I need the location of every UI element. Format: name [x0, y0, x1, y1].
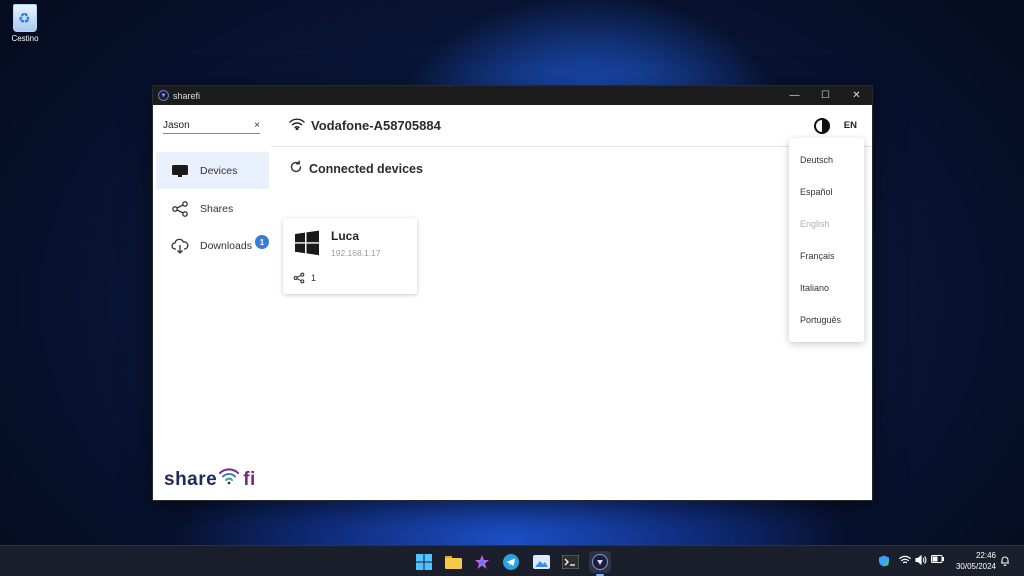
clock-date: 30/05/2024 — [955, 562, 996, 571]
clock-time: 22:46 — [975, 551, 996, 560]
search-input[interactable]: Jason — [163, 120, 254, 131]
sharefi-logo: share fi — [164, 465, 256, 491]
terminal-icon[interactable] — [559, 551, 581, 573]
windows-icon — [294, 230, 320, 261]
section-title: Connected devices — [289, 160, 423, 177]
sidebar-item-label: Devices — [200, 164, 238, 177]
clear-search-button[interactable]: × — [254, 120, 260, 131]
downloads-count-badge: 1 — [255, 235, 269, 249]
volume-icon[interactable] — [915, 555, 927, 565]
logo-wifi-icon — [218, 465, 240, 491]
battery-icon[interactable] — [931, 555, 944, 563]
monitor-icon — [168, 163, 192, 179]
language-option-deutsch[interactable]: Deutsch — [800, 155, 833, 165]
section-title-text: Connected devices — [309, 161, 423, 176]
sharefi-window: ▼ sharefi — ☐ ✕ Jason × Devices Shares D… — [152, 85, 873, 501]
window-content: Jason × Devices Shares Downloads 1 share… — [153, 105, 872, 501]
language-option-espanol[interactable]: Español — [800, 187, 833, 197]
system-clock[interactable]: 22:46 30/05/2024 — [950, 550, 996, 572]
network-header: Vodafone-A58705884 EN — [271, 105, 872, 147]
refresh-icon[interactable] — [289, 160, 303, 177]
sidebar-item-label: Downloads — [200, 239, 252, 252]
sidebar: Jason × Devices Shares Downloads 1 share… — [153, 105, 271, 501]
device-ip: 192.168.1.17 — [331, 248, 381, 258]
notification-bell-icon[interactable] — [1000, 555, 1010, 566]
file-explorer-icon[interactable] — [442, 551, 464, 573]
wifi-status-icon[interactable] — [899, 555, 911, 565]
close-button[interactable]: ✕ — [841, 86, 872, 105]
photos-icon[interactable] — [530, 551, 552, 573]
maximize-button[interactable]: ☐ — [810, 86, 841, 105]
app-logo-icon: ▼ — [158, 90, 169, 101]
sidebar-item-downloads[interactable]: Downloads 1 — [156, 227, 269, 264]
recycle-bin-label: Cestino — [11, 34, 39, 43]
defender-icon[interactable] — [878, 555, 890, 567]
logo-text-fi: fi — [243, 469, 256, 490]
wifi-icon — [289, 117, 305, 135]
language-option-italiano[interactable]: Italiano — [800, 283, 829, 293]
taskbar: 22:46 30/05/2024 — [0, 545, 1024, 576]
device-name: Luca — [331, 229, 360, 243]
logo-text-share: share — [164, 469, 218, 490]
share-icon — [168, 200, 192, 218]
language-option-francais[interactable]: Français — [800, 251, 835, 261]
share-icon — [293, 272, 305, 284]
window-title: sharefi — [173, 90, 201, 101]
language-option-portugues[interactable]: Português — [800, 315, 841, 325]
copilot-icon[interactable] — [471, 551, 493, 573]
title-bar[interactable]: ▼ sharefi — ☐ ✕ — [153, 86, 872, 105]
sidebar-item-label: Shares — [200, 202, 234, 215]
theme-toggle-icon[interactable] — [814, 118, 830, 134]
recycle-bin-icon — [13, 4, 37, 32]
device-card[interactable]: Luca 192.168.1.17 1 — [283, 218, 417, 294]
sharefi-icon[interactable] — [589, 551, 611, 576]
telegram-icon[interactable] — [500, 551, 522, 573]
device-shares-count: 1 — [311, 273, 317, 283]
language-button[interactable]: EN — [844, 120, 857, 131]
recycle-bin-shortcut[interactable]: Cestino — [6, 4, 44, 43]
cloud-download-icon — [168, 238, 192, 254]
sidebar-item-devices[interactable]: Devices — [156, 152, 269, 189]
language-option-english: English — [800, 219, 830, 229]
device-shares[interactable]: 1 — [293, 272, 316, 284]
search-field[interactable]: Jason × — [163, 118, 260, 134]
start-icon[interactable] — [413, 551, 435, 573]
language-menu: Deutsch Español English Français Italian… — [789, 138, 864, 342]
minimize-button[interactable]: — — [779, 86, 810, 105]
sidebar-item-shares[interactable]: Shares — [156, 190, 269, 227]
network-name: Vodafone-A58705884 — [311, 118, 441, 133]
